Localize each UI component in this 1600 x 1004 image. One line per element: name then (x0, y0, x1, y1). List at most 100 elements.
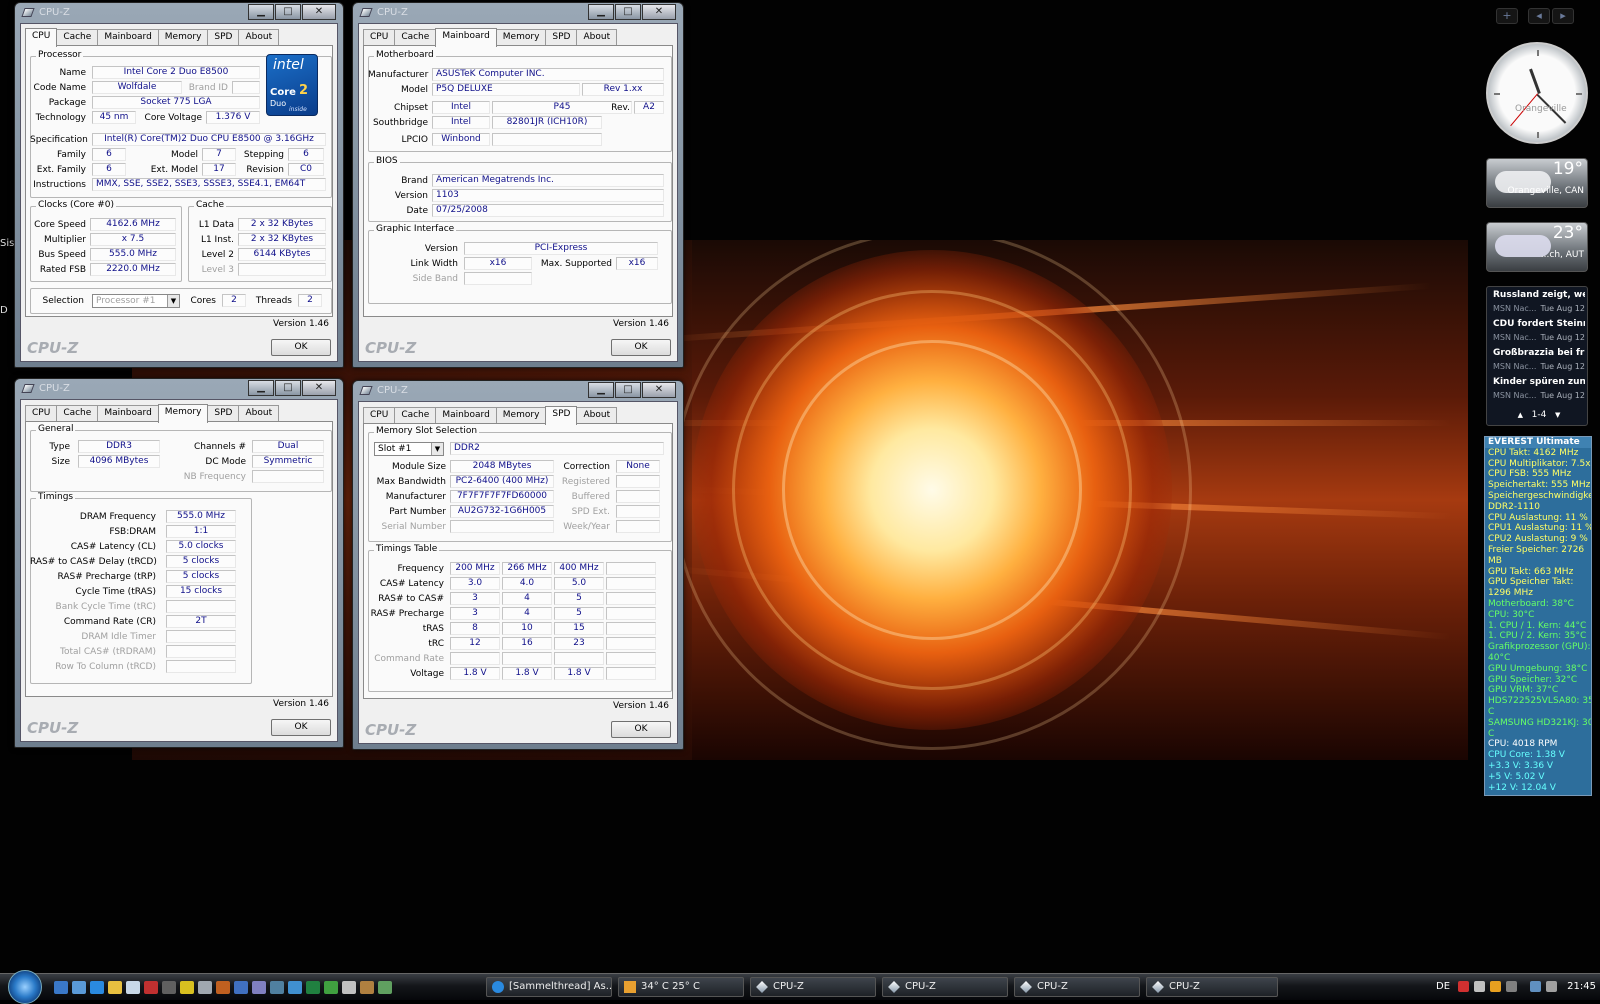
prev-gadget-button[interactable]: ◂ (1528, 8, 1550, 24)
app-icon[interactable] (360, 981, 374, 994)
app-icon[interactable] (252, 981, 266, 994)
cpuz-window-mainboard[interactable]: CPU-Z ▁ □ ✕ CPU Cache Mainboard Memory S… (352, 2, 684, 368)
ok-button[interactable]: OK (271, 339, 331, 356)
tray-icon[interactable] (1458, 981, 1469, 992)
tab-cpu[interactable]: CPU (363, 407, 396, 424)
tab-about[interactable]: About (238, 29, 280, 46)
close-button[interactable]: ✕ (302, 380, 336, 396)
tab-memory[interactable]: Memory (495, 29, 547, 46)
title-bar[interactable]: CPU-Z ▁ □ ✕ (358, 381, 678, 401)
cpuz-window-cpu[interactable]: CPU-Z ▁ □ ✕ CPU Cache Mainboard Memory S… (14, 2, 344, 368)
tray-icon[interactable] (1506, 981, 1517, 992)
tab-cache[interactable]: Cache (394, 29, 437, 46)
cpuz-window-spd[interactable]: CPU-Z ▁ □ ✕ CPU Cache Mainboard Memory S… (352, 380, 684, 750)
taskbar-button[interactable]: CPU-Z (1146, 977, 1278, 997)
tab-mainboard[interactable]: Mainboard (97, 405, 159, 422)
ie-icon[interactable] (90, 981, 104, 994)
app-icon[interactable] (234, 981, 248, 994)
tab-about[interactable]: About (576, 407, 618, 424)
clock-time[interactable]: 21:45 (1567, 981, 1596, 992)
app-icon[interactable] (324, 981, 338, 994)
app-icon[interactable] (216, 981, 230, 994)
tab-about[interactable]: About (576, 29, 618, 46)
tray-icon[interactable] (1474, 981, 1485, 992)
ok-button[interactable]: OK (611, 721, 671, 738)
cpuz-window-memory[interactable]: CPU-Z ▁ □ ✕ CPU Cache Mainboard Memory S… (14, 378, 344, 748)
tab-cpu[interactable]: CPU (25, 405, 58, 422)
app-icon[interactable] (378, 981, 392, 994)
taskbar-button[interactable]: CPU-Z (750, 977, 876, 997)
ok-button[interactable]: OK (611, 339, 671, 356)
title-bar[interactable]: CPU-Z ▁ □ ✕ (20, 379, 338, 399)
everest-line: Grafikprozessor (GPU): (1488, 642, 1591, 653)
news-prev-button[interactable]: ▲ (1518, 411, 1523, 419)
app-icon[interactable] (342, 981, 356, 994)
add-gadget-button[interactable]: + (1496, 8, 1518, 24)
tab-cpu[interactable]: CPU (363, 29, 396, 46)
close-button[interactable]: ✕ (642, 382, 676, 398)
tab-about[interactable]: About (238, 405, 280, 422)
maximize-button[interactable]: □ (615, 4, 641, 20)
timings-row-label: Frequency (397, 564, 445, 574)
tab-spd[interactable]: SPD (545, 29, 578, 46)
tab-memory[interactable]: Memory (157, 29, 209, 46)
language-indicator[interactable]: DE (1436, 981, 1450, 992)
window-switch-icon[interactable] (72, 981, 86, 994)
close-button[interactable]: ✕ (642, 4, 676, 20)
desktop-icon-label[interactable]: D (0, 305, 8, 316)
tab-cpu[interactable]: CPU (25, 28, 58, 47)
taskbar-button[interactable]: CPU-Z (882, 977, 1008, 997)
show-desktop-icon[interactable] (54, 981, 68, 994)
ok-button[interactable]: OK (271, 719, 331, 736)
app-icon[interactable] (180, 981, 194, 994)
tab-memory[interactable]: Memory (495, 407, 547, 424)
minimize-button[interactable]: ▁ (248, 4, 274, 20)
news-item[interactable]: Kinder spüren zuneh...MSN Nac...Tue Aug … (1490, 376, 1586, 405)
volume-icon[interactable] (1546, 981, 1557, 992)
title-bar[interactable]: CPU-Z ▁ □ ✕ (20, 3, 338, 23)
tab-mainboard[interactable]: Mainboard (97, 29, 159, 46)
tab-memory[interactable]: Memory (157, 404, 209, 423)
tab-mainboard[interactable]: Mainboard (435, 28, 497, 47)
app-icon[interactable] (144, 981, 158, 994)
news-item[interactable]: CDU fordert Steinme...MSN Nac...Tue Aug … (1490, 318, 1586, 347)
tab-spd[interactable]: SPD (207, 29, 240, 46)
start-orb-icon[interactable] (8, 970, 42, 1004)
app-icon[interactable] (126, 981, 140, 994)
app-icon[interactable] (198, 981, 212, 994)
maximize-button[interactable]: □ (615, 382, 641, 398)
slot-select[interactable]: Slot #1 ▼ (374, 442, 444, 456)
tab-cache[interactable]: Cache (394, 407, 437, 424)
news-next-button[interactable]: ▼ (1555, 411, 1560, 419)
title-bar[interactable]: CPU-Z ▁ □ ✕ (358, 3, 678, 23)
news-item[interactable]: Großbrazzia bei frühe...MSN Nac...Tue Au… (1490, 347, 1586, 376)
next-gadget-button[interactable]: ▸ (1552, 8, 1574, 24)
clock-gadget[interactable]: Orangeville (1486, 42, 1588, 144)
app-icon[interactable] (288, 981, 302, 994)
taskbar-button[interactable]: [Sammelthread] As... (486, 977, 612, 997)
weather-gadget[interactable]: 19° Orangeville, CAN (1486, 158, 1588, 208)
minimize-button[interactable]: ▁ (248, 380, 274, 396)
tab-spd[interactable]: SPD (545, 406, 578, 425)
desktop-icon-label[interactable]: Sis (0, 238, 14, 249)
folder-icon[interactable] (108, 981, 122, 994)
tab-cache[interactable]: Cache (56, 405, 99, 422)
maximize-button[interactable]: □ (275, 380, 301, 396)
app-icon[interactable] (306, 981, 320, 994)
minimize-button[interactable]: ▁ (588, 4, 614, 20)
news-item[interactable]: Russland zeigt, wer i...MSN Nac...Tue Au… (1490, 289, 1586, 318)
tray-icon[interactable] (1490, 981, 1501, 992)
maximize-button[interactable]: □ (275, 4, 301, 20)
tab-spd[interactable]: SPD (207, 405, 240, 422)
taskbar-button[interactable]: CPU-Z (1014, 977, 1140, 997)
network-icon[interactable] (1530, 981, 1541, 992)
app-icon[interactable] (270, 981, 284, 994)
app-icon[interactable] (162, 981, 176, 994)
close-button[interactable]: ✕ (302, 4, 336, 20)
tab-cache[interactable]: Cache (56, 29, 99, 46)
weather-gadget[interactable]: 23° ...ch, AUT (1486, 222, 1588, 272)
taskbar-button[interactable]: 34° C 25° C (618, 977, 744, 997)
tab-mainboard[interactable]: Mainboard (435, 407, 497, 424)
processor-select[interactable]: Processor #1 ▼ (92, 294, 180, 308)
minimize-button[interactable]: ▁ (588, 382, 614, 398)
